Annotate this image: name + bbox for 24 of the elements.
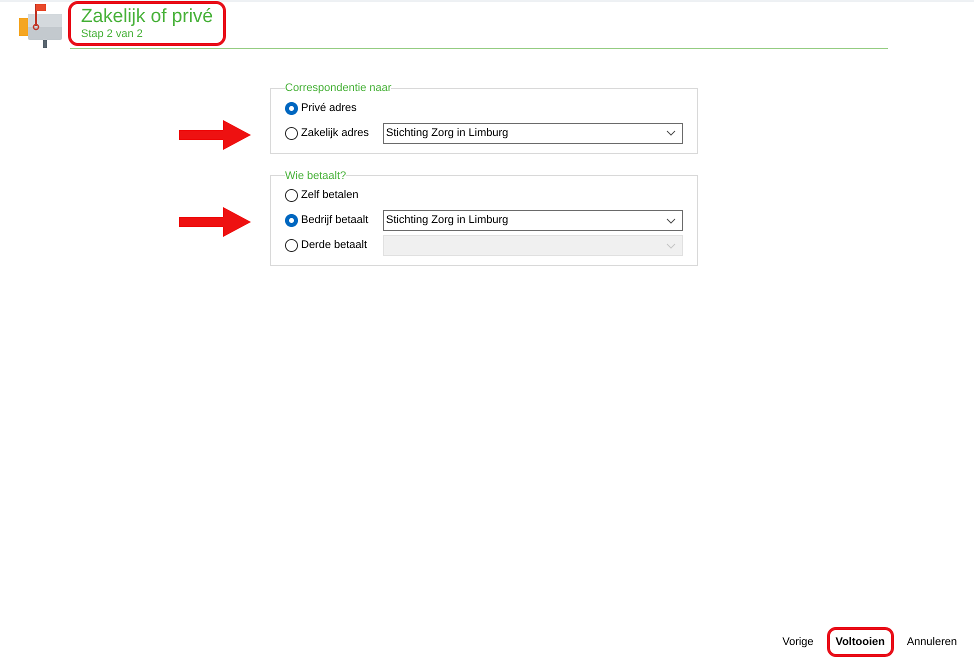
chevron-icon [666, 218, 676, 224]
dropdown-value: Stichting Zorg in Limburg [386, 126, 510, 141]
radio-button[interactable] [285, 126, 298, 140]
dropdown[interactable]: Stichting Zorg in Limburg [383, 122, 683, 144]
radio-button[interactable] [285, 189, 298, 202]
radio-button[interactable] [285, 239, 298, 252]
radio-option[interactable]: Bedrijf betaalt [285, 212, 368, 229]
radio-button[interactable] [285, 102, 298, 114]
chevron-icon [666, 242, 676, 248]
dropdown-value: Stichting Zorg in Limburg [386, 213, 510, 228]
chevron-icon [666, 130, 676, 136]
step-label: Stap 2 van 2 [81, 28, 144, 41]
dialog-button[interactable]: Annuleren [898, 627, 966, 657]
radio-option[interactable]: Derde betaalt [285, 237, 368, 254]
dialog-button[interactable]: Vorige [773, 627, 823, 657]
dialog-button[interactable]: Voltooien [826, 627, 894, 657]
radio-option[interactable]: Zelf betalen [285, 187, 358, 204]
radio-option[interactable]: Privé adres [285, 100, 357, 116]
radio-button[interactable] [285, 214, 298, 227]
group-legend: Correspondentie naar [285, 80, 392, 96]
radio-option[interactable]: Zakelijk adres [285, 124, 369, 142]
dropdown[interactable]: Stichting Zorg in Limburg [383, 210, 683, 231]
page-title: Zakelijk of privé [81, 6, 213, 28]
group-legend: Wie betaalt? [285, 168, 346, 184]
